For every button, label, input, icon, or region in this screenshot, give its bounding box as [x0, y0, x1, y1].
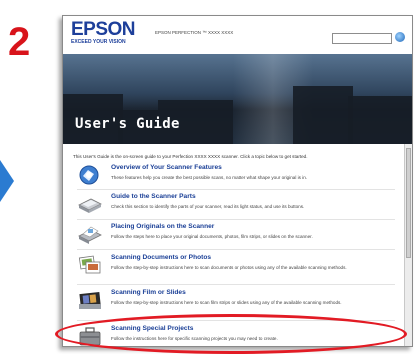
topic-scanner-parts[interactable]: Guide to the Scanner Parts Check this se…	[77, 193, 402, 217]
scanner-parts-icon	[78, 198, 102, 213]
topic-title[interactable]: Scanning Documents or Photos	[111, 254, 211, 261]
topic-title[interactable]: Scanning Film or Slides	[111, 289, 186, 296]
topic-description: Follow the step-by-step instructions her…	[111, 265, 347, 270]
topic-placing-originals[interactable]: Placing Originals on the Scanner Follow …	[77, 223, 402, 247]
pointer-arrow-icon	[0, 160, 14, 202]
placing-originals-icon	[78, 226, 102, 244]
page-title: User's Guide	[75, 116, 180, 132]
scan-photos-icon	[78, 255, 101, 274]
overview-icon	[79, 165, 99, 185]
topic-scanning-film[interactable]: Scanning Film or Slides Follow the step-…	[77, 289, 402, 315]
topic-title[interactable]: Guide to the Scanner Parts	[111, 193, 196, 200]
topic-description: These features help you create the best …	[111, 175, 308, 180]
brand-logo[interactable]: EPSON EXCEED YOUR VISION	[71, 19, 136, 46]
step-number: 2	[8, 20, 31, 64]
intro-text: This User's Guide is the on-screen guide…	[73, 154, 308, 159]
banner: User's Guide	[63, 54, 412, 144]
logo-tagline: EXCEED YOUR VISION	[71, 39, 126, 45]
header: EPSON EXCEED YOUR VISION EPSON PERFECTIO…	[63, 16, 412, 54]
search-input[interactable]	[332, 33, 392, 44]
scrollbar[interactable]	[404, 144, 412, 346]
topic-description: Check this section to identify the parts…	[111, 204, 305, 209]
topic-title[interactable]: Placing Originals on the Scanner	[111, 223, 214, 230]
topic-description: Follow the steps here to place your orig…	[111, 234, 313, 239]
guide-window: EPSON EXCEED YOUR VISION EPSON PERFECTIO…	[62, 15, 413, 347]
search-go-icon[interactable]	[395, 32, 405, 42]
topic-description: Follow the step-by-step instructions her…	[111, 300, 342, 305]
scroll-thumb[interactable]	[406, 148, 411, 258]
logo-text: EPSON	[71, 19, 136, 40]
topic-scanning-documents[interactable]: Scanning Documents or Photos Follow the …	[77, 254, 402, 280]
product-name: EPSON PERFECTION ™ XXXX XXXX	[155, 30, 234, 35]
topic-overview[interactable]: Overview of Your Scanner Features These …	[77, 164, 402, 188]
topic-title[interactable]: Overview of Your Scanner Features	[111, 164, 222, 171]
scan-film-icon	[79, 291, 101, 309]
highlight-circle	[55, 314, 407, 354]
